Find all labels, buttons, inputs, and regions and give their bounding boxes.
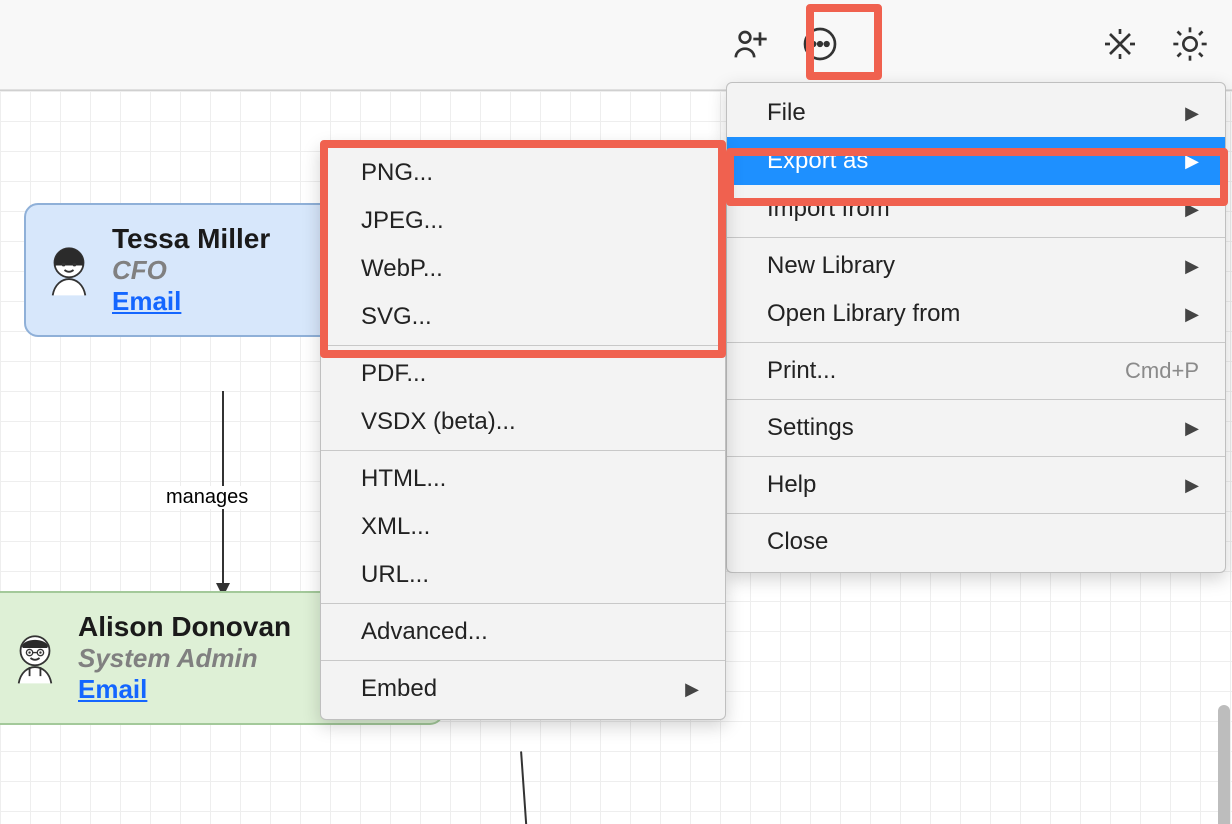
- menu-item-export-svg[interactable]: SVG...: [321, 293, 725, 341]
- menu-item-export-html[interactable]: HTML...: [321, 455, 725, 503]
- menu-item-settings[interactable]: Settings ▶: [727, 404, 1225, 452]
- menu-item-new-library[interactable]: New Library ▶: [727, 242, 1225, 290]
- card-email-link[interactable]: Email: [112, 286, 270, 317]
- more-horizontal-icon: [800, 24, 840, 64]
- card-title: System Admin: [78, 643, 291, 674]
- menu-item-shortcut: Cmd+P: [1125, 358, 1199, 384]
- sun-icon: [1170, 24, 1210, 64]
- chevron-right-icon: ▶: [685, 679, 699, 700]
- card-name: Alison Donovan: [78, 611, 291, 643]
- share-button[interactable]: [728, 22, 772, 66]
- menu-item-export-embed[interactable]: Embed ▶: [321, 665, 725, 713]
- card-body: Alison Donovan System Admin Email: [78, 611, 291, 705]
- magic-wand-icon: [1100, 24, 1140, 64]
- card-email-link[interactable]: Email: [78, 674, 291, 705]
- menu-item-export-as[interactable]: Export as ▶: [727, 137, 1225, 185]
- menu-item-label: JPEG...: [361, 207, 444, 235]
- menu-item-close[interactable]: Close: [727, 518, 1225, 566]
- menu-item-export-vsdx[interactable]: VSDX (beta)...: [321, 398, 725, 446]
- menu-item-label: PDF...: [361, 360, 426, 388]
- menu-item-label: Settings: [767, 414, 854, 442]
- card-body: Tessa Miller CFO Email: [112, 223, 270, 317]
- menu-item-export-pdf[interactable]: PDF...: [321, 350, 725, 398]
- menu-item-label: Help: [767, 471, 816, 499]
- avatar-icon: [40, 241, 98, 299]
- top-toolbar: [0, 0, 1232, 90]
- menu-item-export-png[interactable]: PNG...: [321, 149, 725, 197]
- menu-item-export-xml[interactable]: XML...: [321, 503, 725, 551]
- export-as-submenu: PNG... JPEG... WebP... SVG... PDF... VSD…: [320, 142, 726, 720]
- menu-item-file[interactable]: File ▶: [727, 89, 1225, 137]
- menu-item-label: URL...: [361, 561, 429, 589]
- chevron-right-icon: ▶: [1185, 103, 1199, 124]
- edge-line: [520, 751, 534, 824]
- theme-button[interactable]: [1168, 22, 1212, 66]
- share-user-icon: [730, 24, 770, 64]
- card-title: CFO: [112, 255, 270, 286]
- toolbar-icon-group: [728, 22, 1212, 66]
- edge-label: manages: [160, 486, 254, 509]
- vertical-scrollbar[interactable]: [1218, 705, 1230, 824]
- menu-item-export-advanced[interactable]: Advanced...: [321, 608, 725, 656]
- chevron-right-icon: ▶: [1185, 418, 1199, 439]
- menu-item-label: File: [767, 99, 806, 127]
- menu-item-label: SVG...: [361, 303, 432, 331]
- menu-item-label: Close: [767, 528, 828, 556]
- card-name: Tessa Miller: [112, 223, 270, 255]
- menu-item-export-webp[interactable]: WebP...: [321, 245, 725, 293]
- menu-item-label: Import from: [767, 195, 890, 223]
- menu-item-import-from[interactable]: Import from ▶: [727, 185, 1225, 233]
- menu-item-label: XML...: [361, 513, 430, 541]
- menu-item-label: Advanced...: [361, 618, 488, 646]
- chevron-right-icon: ▶: [1185, 475, 1199, 496]
- menu-item-label: WebP...: [361, 255, 443, 283]
- style-button[interactable]: [1098, 22, 1142, 66]
- chevron-right-icon: ▶: [1185, 151, 1199, 172]
- avatar-icon: [6, 629, 64, 687]
- menu-item-print[interactable]: Print... Cmd+P: [727, 347, 1225, 395]
- menu-item-help[interactable]: Help ▶: [727, 461, 1225, 509]
- menu-item-label: Embed: [361, 675, 437, 703]
- menu-item-open-library-from[interactable]: Open Library from ▶: [727, 290, 1225, 338]
- menu-item-label: Open Library from: [767, 300, 960, 328]
- chevron-right-icon: ▶: [1185, 304, 1199, 325]
- menu-item-label: New Library: [767, 252, 895, 280]
- menu-item-label: VSDX (beta)...: [361, 408, 516, 436]
- more-menu: File ▶ Export as ▶ Import from ▶ New Lib…: [726, 82, 1226, 573]
- menu-item-export-jpeg[interactable]: JPEG...: [321, 197, 725, 245]
- menu-item-label: Print...: [767, 357, 836, 385]
- menu-item-label: PNG...: [361, 159, 433, 187]
- menu-item-export-url[interactable]: URL...: [321, 551, 725, 599]
- more-menu-button[interactable]: [798, 22, 842, 66]
- menu-item-label: HTML...: [361, 465, 446, 493]
- chevron-right-icon: ▶: [1185, 199, 1199, 220]
- chevron-right-icon: ▶: [1185, 256, 1199, 277]
- menu-item-label: Export as: [767, 147, 868, 175]
